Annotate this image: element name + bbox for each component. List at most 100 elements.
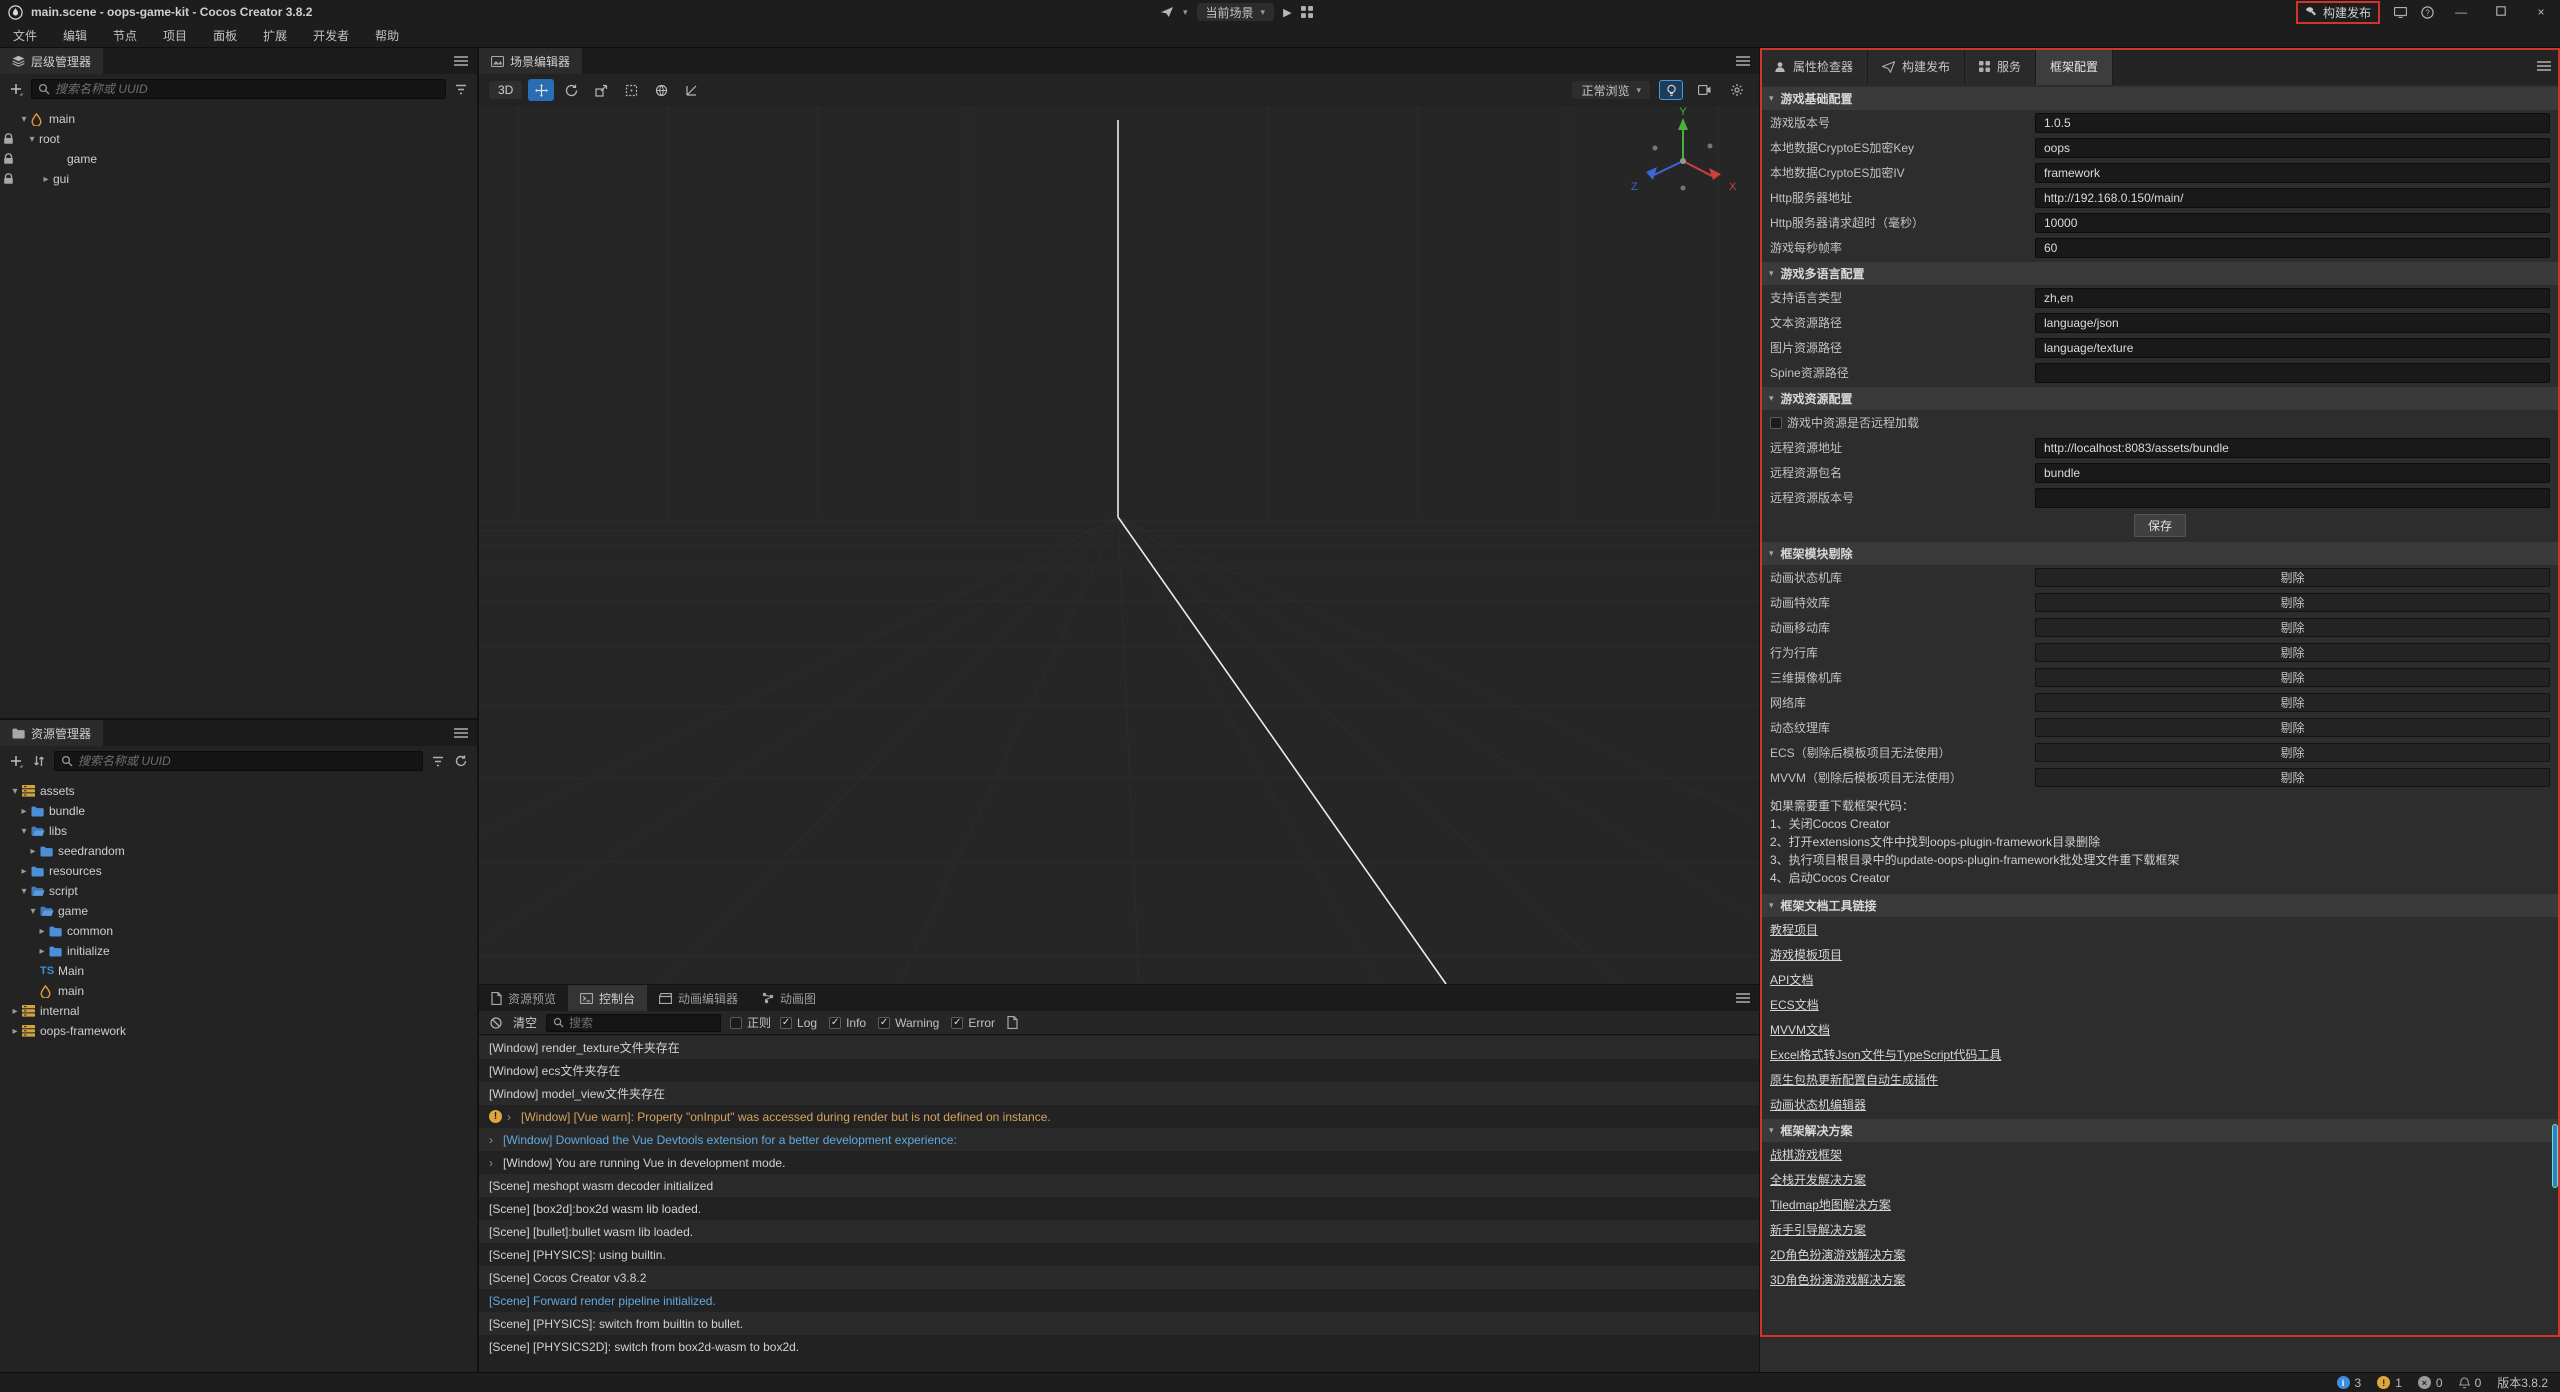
build-publish-button[interactable]: 构建发布 (2296, 1, 2380, 24)
chevron-right-icon[interactable]: ▸ (26, 846, 40, 857)
warning-checkbox[interactable] (878, 1017, 890, 1029)
asset-node[interactable]: ▾script (0, 881, 477, 901)
field-input[interactable] (2035, 138, 2550, 158)
tab-动画图[interactable]: 动画图 (750, 985, 828, 1011)
panel-menu-icon[interactable] (1736, 56, 1750, 66)
field-input[interactable] (2035, 488, 2550, 508)
chevron-right-icon[interactable]: ▸ (8, 1006, 22, 1017)
log-row[interactable]: [Scene] [PHYSICS]: using builtin. (479, 1243, 1759, 1266)
chevron-right-icon[interactable]: ▸ (35, 946, 49, 957)
preview-device-icon[interactable] (1160, 6, 1174, 18)
asset-node[interactable]: ▸common (0, 921, 477, 941)
chevron-down-icon[interactable]: ▾ (17, 114, 31, 125)
remove-module-button[interactable]: 剔除 (2035, 668, 2550, 687)
regex-filter[interactable]: 正则 (730, 1014, 771, 1031)
panel-menu-icon[interactable] (1736, 993, 1750, 1003)
menu-item-0[interactable]: 文件 (0, 27, 50, 44)
filter-icon[interactable] (453, 84, 469, 95)
menu-item-5[interactable]: 扩展 (250, 27, 300, 44)
doc-link[interactable]: 原生包热更新配置自动生成插件 (1760, 1067, 2560, 1092)
field-input[interactable] (2035, 163, 2550, 183)
menu-item-6[interactable]: 开发者 (300, 27, 362, 44)
warning-count[interactable]: !1 (2377, 1376, 2402, 1390)
doc-link[interactable]: ECS文档 (1760, 992, 2560, 1017)
field-input[interactable] (2035, 113, 2550, 133)
filter-Log[interactable]: Log (780, 1016, 817, 1030)
log-row[interactable]: [Scene] Cocos Creator v3.8.2 (479, 1266, 1759, 1289)
regex-checkbox[interactable] (730, 1017, 742, 1029)
scene-viewport[interactable]: Y X Z (479, 106, 1759, 984)
doc-link[interactable]: MVVM文档 (1760, 1017, 2560, 1042)
section-header[interactable]: ▾框架解决方案 (1760, 1119, 2560, 1142)
add-asset-button[interactable] (8, 755, 24, 768)
refresh-icon[interactable] (453, 755, 469, 767)
minimize-button[interactable]: — (2448, 5, 2474, 19)
log-row[interactable]: [Scene] [bullet]:bullet wasm lib loaded. (479, 1220, 1759, 1243)
scale-tool-icon[interactable] (588, 79, 614, 101)
panel-menu-icon[interactable] (2537, 61, 2551, 71)
remove-module-button[interactable]: 剔除 (2035, 593, 2550, 612)
view-mode-select[interactable]: 正常浏览 ▾ (1572, 81, 1650, 99)
hierarchy-search[interactable] (31, 79, 446, 99)
tab-assets[interactable]: 资源管理器 (0, 720, 103, 746)
tab-属性检查器[interactable]: 属性检查器 (1760, 48, 1868, 85)
remove-module-button[interactable]: 剔除 (2035, 693, 2550, 712)
doc-link[interactable]: 全栈开发解决方案 (1760, 1167, 2560, 1192)
hierarchy-node[interactable]: ▾main (0, 109, 477, 129)
error-checkbox[interactable] (951, 1017, 963, 1029)
chevron-right-icon[interactable]: ▸ (39, 174, 53, 185)
asset-node[interactable]: main (0, 981, 477, 1001)
expand-icon[interactable]: › (507, 1110, 521, 1124)
snap-tool-icon[interactable] (678, 79, 704, 101)
menu-item-2[interactable]: 节点 (100, 27, 150, 44)
tab-hierarchy[interactable]: 层级管理器 (0, 48, 103, 74)
launch-grid-icon[interactable] (1301, 6, 1313, 18)
log-row[interactable]: [Scene] Forward render pipeline initiali… (479, 1289, 1759, 1312)
world-tool-icon[interactable] (648, 79, 674, 101)
doc-link[interactable]: Tiledmap地图解决方案 (1760, 1192, 2560, 1217)
log-row[interactable]: [Window] ecs文件夹存在 (479, 1059, 1759, 1082)
chevron-down-icon[interactable]: ▾ (17, 826, 31, 837)
remove-module-button[interactable]: 剔除 (2035, 568, 2550, 587)
chevron-right-icon[interactable]: ▸ (17, 806, 31, 817)
console-log-area[interactable]: [Window] render_texture文件夹存在[Window] ecs… (479, 1036, 1759, 1372)
console-search[interactable] (546, 1014, 721, 1032)
sort-icon[interactable] (31, 755, 47, 767)
clear-icon[interactable] (488, 1017, 504, 1029)
chevron-right-icon[interactable]: ▸ (17, 866, 31, 877)
asset-node[interactable]: ▸oops-framework (0, 1021, 477, 1041)
clear-label[interactable]: 清空 (513, 1014, 537, 1031)
log-checkbox[interactable] (780, 1017, 792, 1029)
section-header[interactable]: ▾游戏基础配置 (1760, 87, 2560, 110)
remove-module-button[interactable]: 剔除 (2035, 618, 2550, 637)
menu-item-1[interactable]: 编辑 (50, 27, 100, 44)
help-icon[interactable]: ? (2421, 6, 2434, 19)
asset-node[interactable]: ▾libs (0, 821, 477, 841)
asset-node[interactable]: ▸initialize (0, 941, 477, 961)
field-input[interactable] (2035, 238, 2550, 258)
tab-资源预览[interactable]: 资源预览 (479, 985, 568, 1011)
move-tool-icon[interactable] (528, 79, 554, 101)
filter-icon[interactable] (430, 756, 446, 767)
section-header[interactable]: ▾游戏多语言配置 (1760, 262, 2560, 285)
notification-count[interactable]: 0 (2459, 1376, 2482, 1390)
section-header[interactable]: ▾框架文档工具链接 (1760, 894, 2560, 917)
tab-控制台[interactable]: 控制台 (568, 985, 647, 1011)
doc-link[interactable]: 3D角色扮演游戏解决方案 (1760, 1267, 2560, 1292)
log-row[interactable]: ›[Window] Download the Vue Devtools exte… (479, 1128, 1759, 1151)
doc-link[interactable]: 新手引导解决方案 (1760, 1217, 2560, 1242)
log-row[interactable]: [Scene] meshopt wasm decoder initialized (479, 1174, 1759, 1197)
chevron-down-icon[interactable]: ▾ (26, 906, 40, 917)
remove-module-button[interactable]: 剔除 (2035, 643, 2550, 662)
chevron-down-icon[interactable]: ▾ (1183, 7, 1188, 18)
maximize-button[interactable] (2488, 5, 2514, 19)
field-input[interactable] (2035, 463, 2550, 483)
scene-select[interactable]: 当前场景 ▾ (1197, 3, 1275, 21)
log-row[interactable]: [Scene] [PHYSICS]: switch from builtin t… (479, 1312, 1759, 1335)
hierarchy-node[interactable]: ▾root (0, 129, 477, 149)
panel-menu-icon[interactable] (454, 728, 468, 738)
save-button[interactable]: 保存 (2134, 514, 2186, 537)
doc-link[interactable]: 游戏模板项目 (1760, 942, 2560, 967)
doc-link[interactable]: 2D角色扮演游戏解决方案 (1760, 1242, 2560, 1267)
menu-item-7[interactable]: 帮助 (362, 27, 412, 44)
